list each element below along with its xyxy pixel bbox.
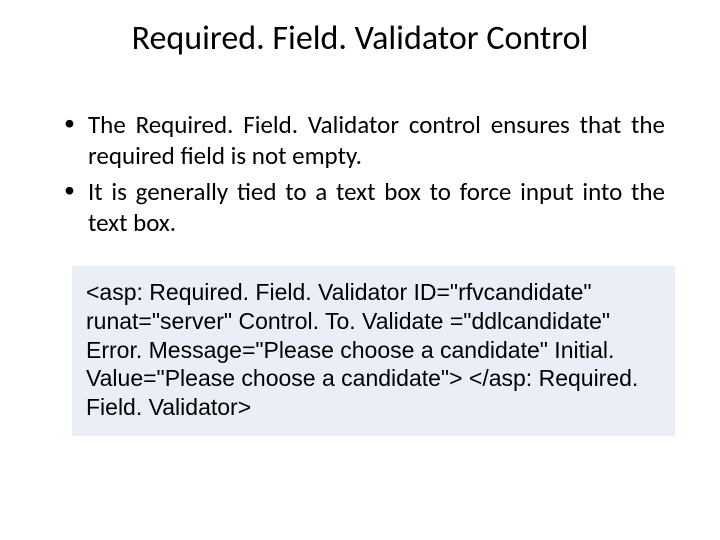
slide-title: Required. Field. Validator Control [0,18,720,59]
slide: Required. Field. Validator Control The R… [0,18,720,540]
bullet-list: The Required. Field. Validator control e… [60,109,665,238]
slide-body: The Required. Field. Validator control e… [60,109,665,238]
code-block: <asp: Required. Field. Validator ID="rfv… [72,266,675,436]
bullet-item: It is generally tied to a text box to fo… [60,176,665,239]
bullet-item: The Required. Field. Validator control e… [60,109,665,172]
